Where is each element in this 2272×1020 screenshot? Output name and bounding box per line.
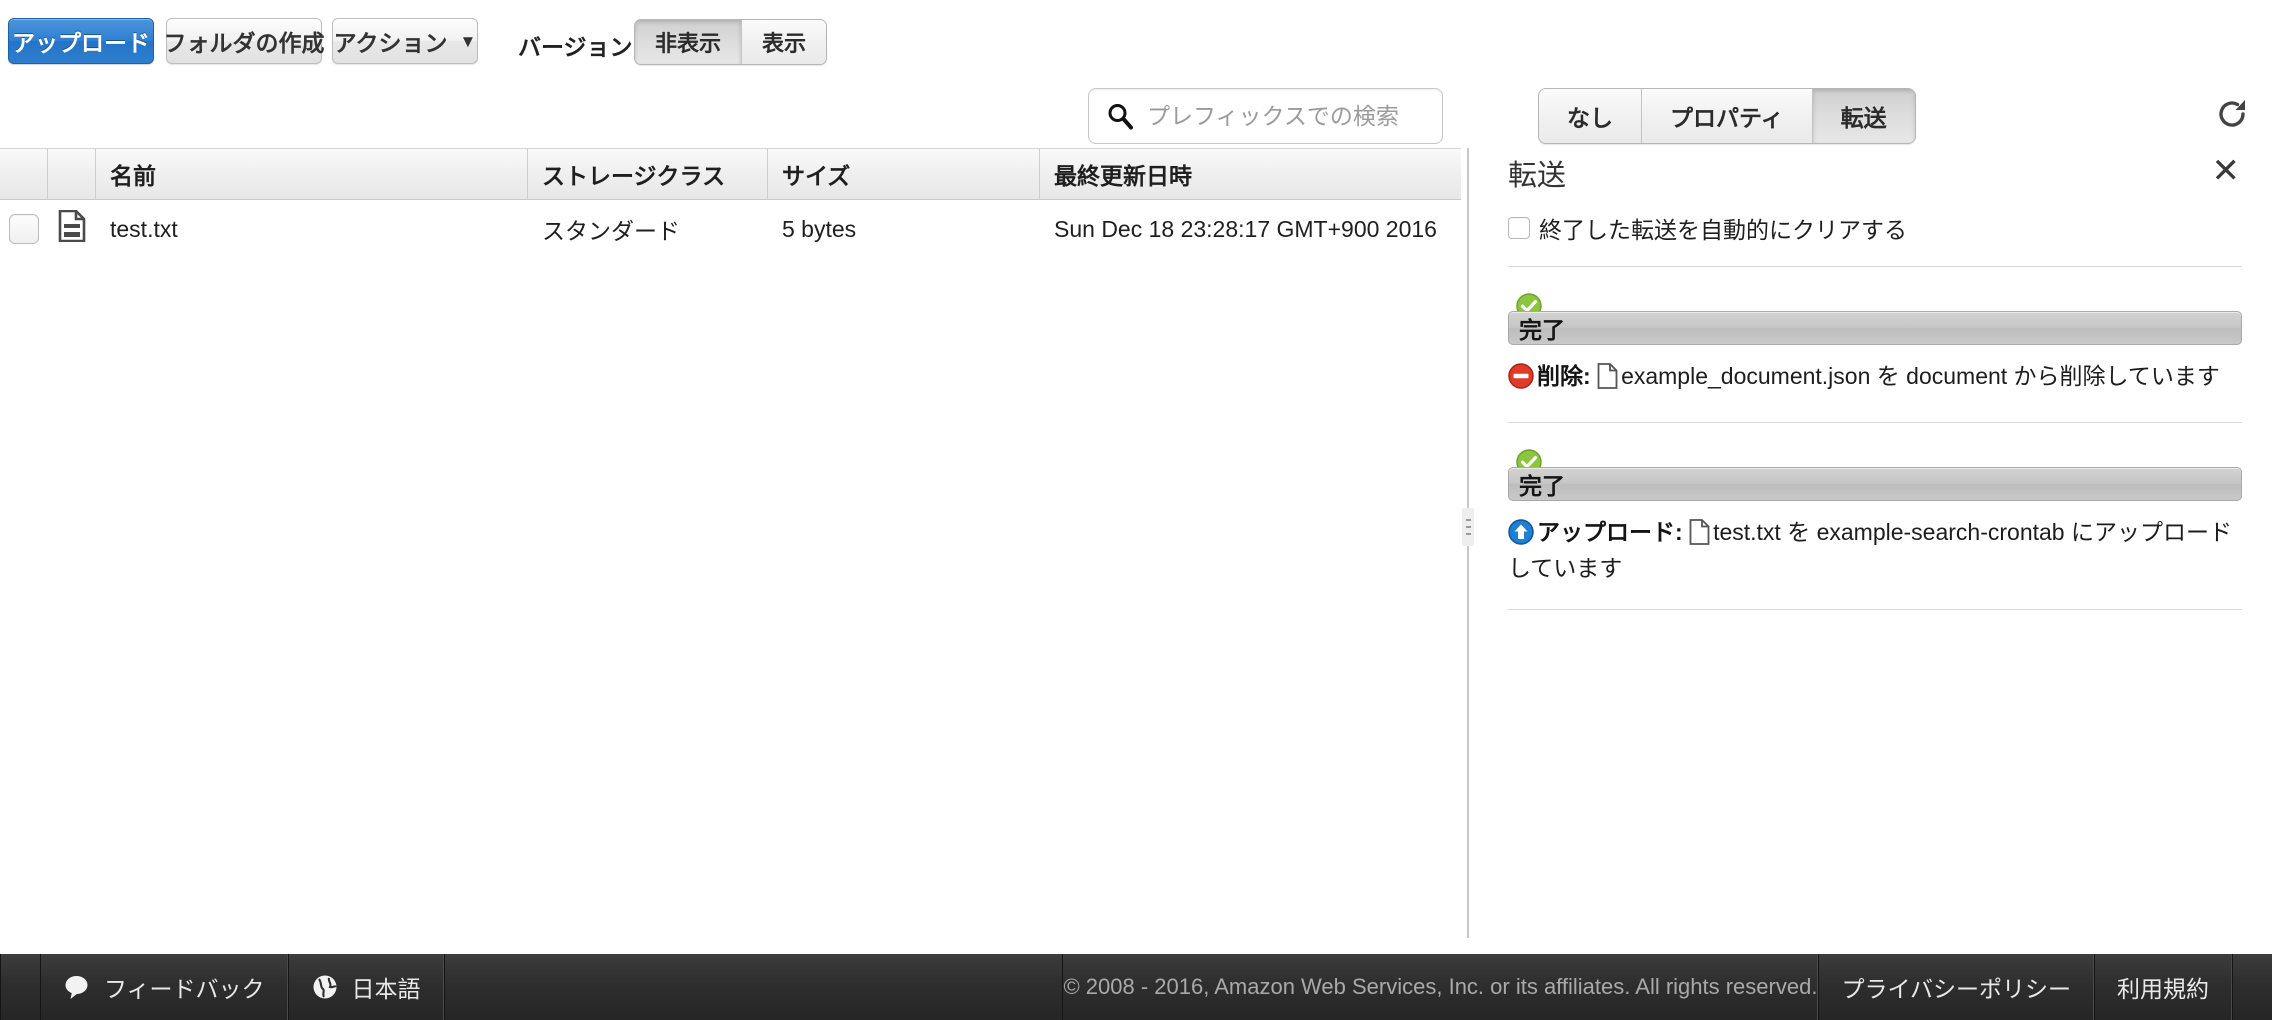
globe-icon	[311, 973, 339, 1001]
transfers-panel-header: 転送 ✕	[1508, 148, 2242, 206]
feedback-button[interactable]: フィードバック	[40, 954, 288, 1020]
tab-properties[interactable]: プロパティ	[1642, 89, 1813, 143]
footer-bar: フィードバック 日本語 © 2008 - 2016, Amazon Web Se…	[0, 954, 2272, 1020]
object-list-table: 名前 ストレージクラス サイズ 最終更新日時 test.txt スタンダード 5…	[0, 148, 1461, 938]
table-header-icon-col	[48, 149, 96, 199]
table-header-storage-class[interactable]: ストレージクラス	[528, 149, 768, 199]
transfer-detail-text: example_document.json を document から削除してい…	[1621, 363, 2220, 389]
table-row[interactable]: test.txt スタンダード 5 bytes Sun Dec 18 23:28…	[0, 200, 1461, 258]
panel-splitter[interactable]	[1461, 148, 1475, 938]
splitter-grip-handle[interactable]	[1462, 508, 1474, 546]
versions-hide-button[interactable]: 非表示	[635, 20, 743, 64]
grip-dot	[1465, 533, 1471, 535]
transfer-operation-label: 削除:	[1537, 363, 1591, 389]
auto-clear-option-row[interactable]: 終了した転送を自動的にクリアする	[1508, 206, 2242, 250]
progress-label: 完了	[1519, 317, 1565, 343]
tab-none[interactable]: なし	[1539, 89, 1642, 143]
refresh-button[interactable]	[2208, 92, 2256, 140]
speech-bubble-icon	[63, 974, 91, 1000]
create-folder-button-label: フォルダの作成	[163, 30, 325, 56]
upload-button-label: アップロード	[12, 30, 150, 56]
feedback-label: フィードバック	[104, 976, 265, 1002]
versions-toggle-group[interactable]: 非表示 表示	[634, 19, 828, 65]
row-checkbox[interactable]	[9, 214, 39, 244]
list-item[interactable]: 完了 削除: example_document.json を document …	[1508, 267, 2242, 424]
language-button[interactable]: 日本語	[287, 954, 444, 1020]
footer-left-edge	[0, 954, 40, 1020]
upload-arrow-icon	[1508, 519, 1534, 552]
auto-clear-label: 終了した転送を自動的にクリアする	[1539, 217, 1907, 243]
top-toolbar: アップロード フォルダの作成 アクション ▼ バージョン: 非表示 表示 なし	[0, 0, 2272, 148]
document-icon	[58, 209, 86, 248]
panel-title: 転送	[1508, 160, 1567, 192]
versions-label: バージョン:	[518, 34, 641, 60]
versions-show-button[interactable]: 表示	[742, 20, 827, 64]
transfer-description: 削除: example_document.json を document から削…	[1508, 361, 2242, 396]
grip-dot	[1465, 526, 1471, 528]
footer-right-edge	[2232, 954, 2272, 1020]
progress-label: 完了	[1519, 473, 1565, 500]
terms-of-use-link[interactable]: 利用規約	[2094, 954, 2232, 1020]
table-header-row: 名前 ストレージクラス サイズ 最終更新日時	[0, 149, 1461, 200]
delete-forbidden-icon	[1508, 363, 1534, 396]
s3-browser-window: アップロード フォルダの作成 アクション ▼ バージョン: 非表示 表示 なし	[0, 0, 2272, 1020]
privacy-policy-link[interactable]: プライバシーポリシー	[1818, 954, 2094, 1020]
row-file-icon-cell	[48, 200, 96, 258]
row-select-cell[interactable]	[0, 200, 48, 258]
tab-transfers[interactable]: 転送	[1812, 89, 1915, 143]
list-item[interactable]: 完了 アップロード: test.txt を example-search-cro…	[1508, 423, 2242, 611]
refresh-icon	[2212, 94, 2252, 139]
copyright-text: © 2008 - 2016, Amazon Web Services, Inc.…	[1062, 954, 1819, 1020]
privacy-policy-label: プライバシーポリシー	[1841, 976, 2071, 1002]
actions-dropdown-button[interactable]: アクション ▼	[332, 18, 478, 64]
cell-last-modified: Sun Dec 18 23:28:17 GMT+900 2016	[1054, 215, 1437, 242]
grip-dot	[1465, 519, 1471, 521]
table-header-name[interactable]: 名前	[96, 149, 528, 199]
create-folder-button[interactable]: フォルダの作成	[163, 18, 325, 64]
prefix-search-box[interactable]	[1088, 88, 1453, 144]
progress-bar: 完了	[1508, 467, 2242, 502]
footer-spacer	[443, 954, 1063, 1020]
table-header-last-modified[interactable]: 最終更新日時	[1040, 149, 1461, 199]
actions-button-label: アクション	[333, 30, 448, 56]
search-input[interactable]	[1137, 102, 1453, 130]
transfers-panel: 転送 ✕ 終了した転送を自動的にクリアする 完了 削除: example_doc…	[1478, 148, 2272, 938]
transfer-description: アップロード: test.txt を example-search-cronta…	[1508, 517, 2242, 583]
document-icon	[1597, 363, 1618, 396]
language-label: 日本語	[351, 976, 421, 1002]
progress-bar: 完了	[1508, 311, 2242, 345]
document-icon	[1689, 519, 1710, 552]
close-icon[interactable]: ✕	[2212, 154, 2241, 188]
chevron-down-icon: ▼	[459, 31, 477, 51]
auto-clear-checkbox[interactable]	[1508, 217, 1530, 239]
table-header-select-all[interactable]	[0, 149, 48, 199]
cell-name[interactable]: test.txt	[96, 200, 528, 258]
transfer-operation-label: アップロード:	[1537, 519, 1683, 546]
upload-button[interactable]: アップロード	[8, 18, 154, 64]
terms-of-use-label: 利用規約	[2117, 976, 2209, 1002]
search-icon	[1103, 99, 1137, 133]
cell-storage-class: スタンダード	[542, 218, 680, 244]
right-panel-tab-group[interactable]: なし プロパティ 転送	[1538, 88, 1916, 144]
cell-size: 5 bytes	[782, 215, 857, 242]
table-header-size[interactable]: サイズ	[768, 149, 1040, 199]
